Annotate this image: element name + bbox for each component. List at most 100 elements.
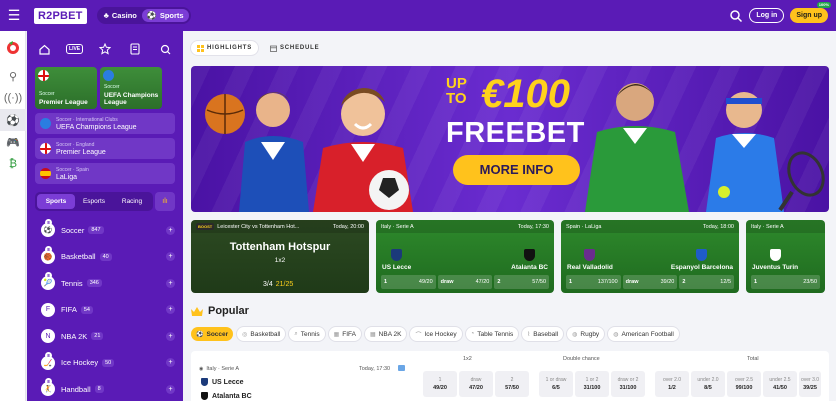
search-icon[interactable] [729, 9, 743, 23]
featured-premier-league[interactable]: Soccer Premier League [35, 67, 97, 109]
match-card-juventus[interactable]: Italy · Serie A Juventus Turin 1 23/50 [746, 220, 825, 293]
soccer-icon[interactable]: ⚽ [0, 109, 26, 131]
more-info-button[interactable]: MORE INFO [453, 155, 580, 185]
tab-sports[interactable]: Sports [37, 194, 75, 209]
sidebar-item-fifa[interactable]: F FIFA 54 + [27, 297, 183, 324]
globe-icon [40, 118, 51, 129]
live-icon[interactable]: LIVE [66, 40, 84, 58]
league-item-ucl[interactable]: Soccer · International Clubs UEFA Champio… [35, 113, 175, 134]
expand-icon[interactable]: + [166, 384, 175, 394]
odds-button[interactable]: 2 12/5 [679, 275, 735, 289]
logo[interactable]: R2PBET [34, 7, 87, 24]
chip-soccer[interactable]: ⚽ Soccer [191, 327, 234, 341]
betslip-icon[interactable] [126, 40, 144, 58]
column-header-double-chance: Double chance [563, 356, 600, 362]
odds-cell[interactable]: 1 49/20 [423, 371, 457, 397]
boosted-odds[interactable]: 3/4 21/25 [263, 281, 293, 288]
chip-baseball[interactable]: ⌇ Baseball [522, 327, 564, 341]
expand-icon[interactable]: + [166, 225, 175, 235]
filter-icon[interactable]: ılı [155, 192, 175, 211]
tab-racing[interactable]: Racing [113, 194, 151, 209]
league-item-premier-league[interactable]: Soccer · England Premier League [35, 138, 175, 159]
card-header: Leicester City vs Tottenham Hot... [217, 223, 300, 230]
home-team-name[interactable]: US Lecce [201, 378, 244, 386]
match-card-valladolid-espanyol[interactable]: Spain · LaLiga Today, 18:00 Real Valladol… [561, 220, 739, 293]
chip-table-tennis[interactable]: ◔ Table Tennis [465, 327, 519, 341]
chip-ice-hockey[interactable]: ⌒ Ice Hockey [410, 327, 462, 341]
expand-icon[interactable]: + [166, 305, 175, 315]
sidebar-item-nba2k[interactable]: N NBA 2K 21 + [27, 323, 183, 350]
expand-icon[interactable]: + [166, 358, 175, 368]
boosted-bet-card[interactable]: BOOST Leicester City vs Tottenham Hot... T… [191, 220, 369, 293]
odds-cell[interactable]: under 2.0 8/5 [691, 371, 725, 397]
card-time: Today, 18:00 [702, 223, 734, 230]
chip-rugby[interactable]: ◍ Rugby [567, 327, 605, 341]
featured-champions-league[interactable]: Soccer UEFA Champions League [100, 67, 162, 109]
chip-american-football[interactable]: ◍ American Football [608, 327, 679, 341]
match-time: Today, 17:30 [359, 366, 391, 372]
popular-matches-table: 1x2 Double chance Total ◉ Italy · Serie A… [191, 351, 829, 401]
tab-schedule[interactable]: SCHEDULE [264, 41, 325, 55]
away-team: Atalanta BC [511, 249, 548, 271]
odds-cell[interactable]: 2 57/50 [495, 371, 529, 397]
soccer-player-green-illustration [585, 83, 689, 212]
odds-cell[interactable]: over 3.0 39/25 [799, 371, 821, 397]
fifa-icon: ▦ [333, 331, 340, 338]
odds-cell[interactable]: over 2.0 1/2 [655, 371, 689, 397]
valladolid-crest-icon [584, 249, 596, 261]
star-icon[interactable] [96, 40, 114, 58]
nba2k-icon: N [41, 329, 55, 344]
odds-cell[interactable]: 1 or 2 31/100 [575, 371, 609, 397]
chip-tennis[interactable]: ⌕ Tennis [289, 327, 325, 341]
mode-sports[interactable]: ⚽ Sports [141, 9, 189, 22]
odds-button[interactable]: 1 49/20 [381, 275, 436, 289]
odds-cell[interactable]: under 2.5 41/50 [763, 371, 797, 397]
sidebar-item-tennis[interactable]: 🎾 8 Tennis 346 + [27, 270, 183, 297]
odds-cell[interactable]: over 2.5 99/100 [727, 371, 761, 397]
search-icon[interactable] [157, 40, 175, 58]
chip-nba2k[interactable]: ▦ NBA 2K [365, 327, 407, 341]
chip-fifa[interactable]: ▦ FIFA [328, 327, 361, 341]
odds-button[interactable]: 1 23/50 [751, 275, 820, 289]
tab-esports[interactable]: Esports [75, 194, 113, 209]
mode-casino[interactable]: ♣ Casino [99, 9, 142, 22]
sidebar-item-soccer[interactable]: ⚽ 8 Soccer 847 + [27, 217, 183, 244]
expand-icon[interactable]: + [166, 252, 175, 262]
odds-button[interactable]: 2 57/50 [494, 275, 550, 289]
gamepad-icon[interactable]: 🎮 [0, 131, 26, 153]
odds-cell[interactable]: 1 or draw 6/5 [539, 371, 573, 397]
expand-icon[interactable]: + [166, 278, 175, 288]
menu-icon[interactable]: ☰ [0, 7, 28, 24]
sidebar-item-basketball[interactable]: 🏀 8 Basketball 40 + [27, 244, 183, 271]
match-card-lecce-atalanta[interactable]: Italy · Serie A Today, 17:30 US Lecce Ata… [376, 220, 554, 293]
away-team-name[interactable]: Atalanta BC [201, 392, 252, 400]
signup-button[interactable]: Sign up 100% [790, 2, 831, 23]
chip-basketball[interactable]: ◎ Basketball [237, 327, 286, 341]
odds-button[interactable]: draw 39/20 [622, 275, 678, 289]
cycling-icon[interactable]: ⚲ [0, 65, 26, 87]
league-item-laliga[interactable]: Soccer · Spain LaLiga [35, 163, 175, 184]
promo-banner[interactable]: UP TO €100 FREEBET MORE INFO [191, 66, 829, 212]
new-odds: 21/25 [275, 281, 294, 288]
sidebar-item-ice-hockey[interactable]: 🏒 8 Ice Hockey 50 + [27, 350, 183, 377]
expand-icon[interactable]: + [166, 331, 175, 341]
stats-icon[interactable] [398, 365, 405, 371]
live-radio-icon[interactable]: ((·)) [0, 87, 26, 109]
boost-badge: BOOST [196, 223, 215, 230]
fifa-icon: F [41, 302, 55, 317]
promo-icon[interactable] [0, 31, 26, 65]
odds-cell[interactable]: draw 47/20 [459, 371, 493, 397]
sidebar-item-handball[interactable]: 🤾 8 Handball 8 + [27, 376, 183, 401]
coin-icon[interactable]: ₿ [0, 153, 26, 175]
banner-amount: €100 [481, 72, 570, 116]
tennis-icon: ⌕ [294, 330, 298, 337]
tab-highlights[interactable]: HIGHLIGHTS [191, 41, 258, 55]
american-football-icon: ◍ [613, 331, 619, 338]
login-button[interactable]: Log in [749, 8, 785, 23]
odds-button[interactable]: draw 47/20 [437, 275, 493, 289]
home-icon[interactable] [35, 40, 53, 58]
odds-button[interactable]: 1 137/100 [566, 275, 621, 289]
odds-cell[interactable]: draw or 2 31/100 [611, 371, 645, 397]
